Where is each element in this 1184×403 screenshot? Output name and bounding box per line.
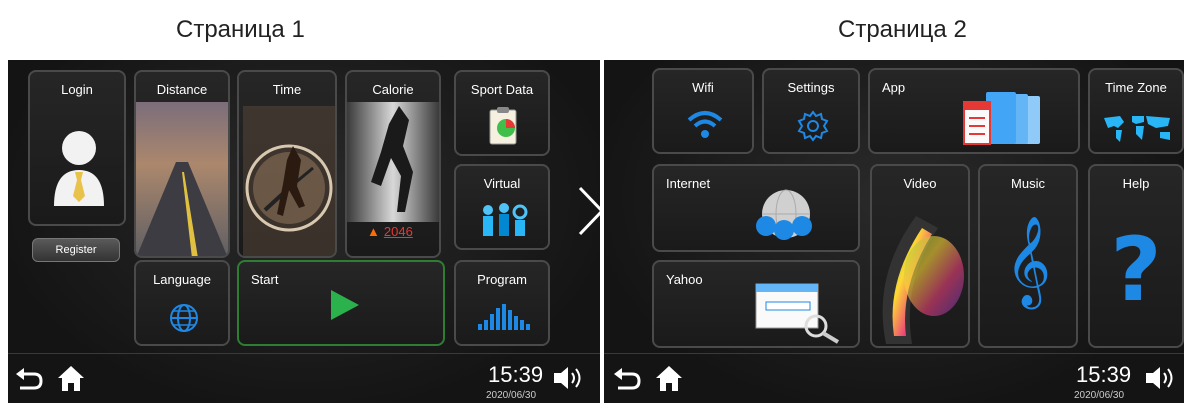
- clock-runner-icon: [243, 106, 335, 256]
- equalizer-bars-icon: [478, 304, 530, 330]
- wifi-label: Wifi: [692, 80, 714, 95]
- back-arrow-icon[interactable]: [612, 366, 642, 392]
- language-tile[interactable]: Language: [134, 260, 230, 346]
- sport-data-tile[interactable]: Sport Data: [454, 70, 550, 156]
- home-icon[interactable]: [654, 364, 684, 392]
- login-tile[interactable]: Login: [28, 70, 126, 226]
- www-globe-icon: [756, 189, 812, 240]
- back-arrow-icon[interactable]: [14, 366, 44, 392]
- gear-icon: [797, 110, 829, 142]
- bottom-bar-divider: [8, 353, 600, 354]
- folders-icon: [963, 92, 1040, 145]
- app-tile[interactable]: App: [868, 68, 1080, 154]
- clock-date: 2020/06/30: [1074, 390, 1125, 401]
- user-icon: [54, 131, 104, 206]
- time-tile[interactable]: Time: [237, 70, 337, 258]
- virtual-people-icon: [483, 203, 528, 236]
- home-icon[interactable]: [56, 364, 86, 392]
- distance-label: Distance: [156, 82, 208, 97]
- time-zone-label: Time Zone: [1105, 80, 1167, 95]
- screen-page-1: Login Register Distance Time Calorie ▲ 2…: [8, 60, 600, 403]
- register-button[interactable]: Register: [32, 238, 120, 262]
- volume-icon[interactable]: [552, 364, 586, 392]
- play-icon: [331, 290, 359, 320]
- clipboard-chart-icon: [489, 107, 517, 145]
- screen-page-2: Wifi Settings App Time Zone Internet Yah…: [604, 60, 1184, 403]
- distance-tile[interactable]: Distance: [134, 70, 230, 258]
- page1-caption: Страница 1: [176, 16, 305, 43]
- internet-tile[interactable]: Internet: [652, 164, 860, 252]
- clock-time: 15:39: [488, 362, 544, 387]
- help-tile[interactable]: Help ?: [1088, 164, 1184, 348]
- page2-caption: Страница 2: [838, 16, 967, 43]
- calorie-value-row: ▲ 2046: [367, 224, 413, 239]
- music-tile[interactable]: Music 𝄞: [978, 164, 1078, 348]
- virtual-tile[interactable]: Virtual: [454, 164, 550, 250]
- start-label: Start: [251, 272, 279, 287]
- calorie-value: 2046: [383, 224, 413, 239]
- virtual-label: Virtual: [483, 176, 521, 191]
- login-label: Login: [61, 82, 93, 97]
- time-label: Time: [272, 82, 302, 97]
- bottom-bar-divider: [604, 353, 1184, 354]
- road-image-icon: [136, 102, 228, 256]
- sport-data-label: Sport Data: [470, 82, 534, 97]
- wifi-icon: [687, 111, 723, 138]
- settings-tile[interactable]: Settings: [762, 68, 860, 154]
- treble-clef-icon: 𝄞: [1004, 216, 1052, 306]
- browser-search-icon: [755, 283, 840, 344]
- program-label: Program: [477, 272, 527, 287]
- calorie-tile[interactable]: Calorie ▲ 2046: [345, 70, 441, 258]
- globe-icon: [170, 304, 198, 332]
- video-label: Video: [903, 176, 937, 191]
- clock-time: 15:39: [1076, 362, 1132, 387]
- fire-icon: ▲: [367, 224, 380, 239]
- settings-label: Settings: [787, 80, 835, 95]
- world-map-icon: [1104, 116, 1170, 142]
- yahoo-tile[interactable]: Yahoo: [652, 260, 860, 348]
- program-tile[interactable]: Program: [454, 260, 550, 346]
- music-label: Music: [1011, 176, 1045, 191]
- wifi-tile[interactable]: Wifi: [652, 68, 754, 154]
- volume-icon[interactable]: [1144, 364, 1178, 392]
- question-mark-icon: ?: [1110, 218, 1162, 321]
- runner-image-icon: [347, 102, 439, 222]
- help-label: Help: [1122, 176, 1150, 191]
- time-zone-tile[interactable]: Time Zone: [1088, 68, 1184, 154]
- film-reel-icon: [882, 216, 964, 344]
- clock-date: 2020/06/30: [486, 390, 537, 401]
- start-tile[interactable]: Start: [237, 260, 445, 346]
- calorie-label: Calorie: [372, 82, 414, 97]
- video-tile[interactable]: Video: [870, 164, 970, 348]
- language-label: Language: [153, 272, 211, 287]
